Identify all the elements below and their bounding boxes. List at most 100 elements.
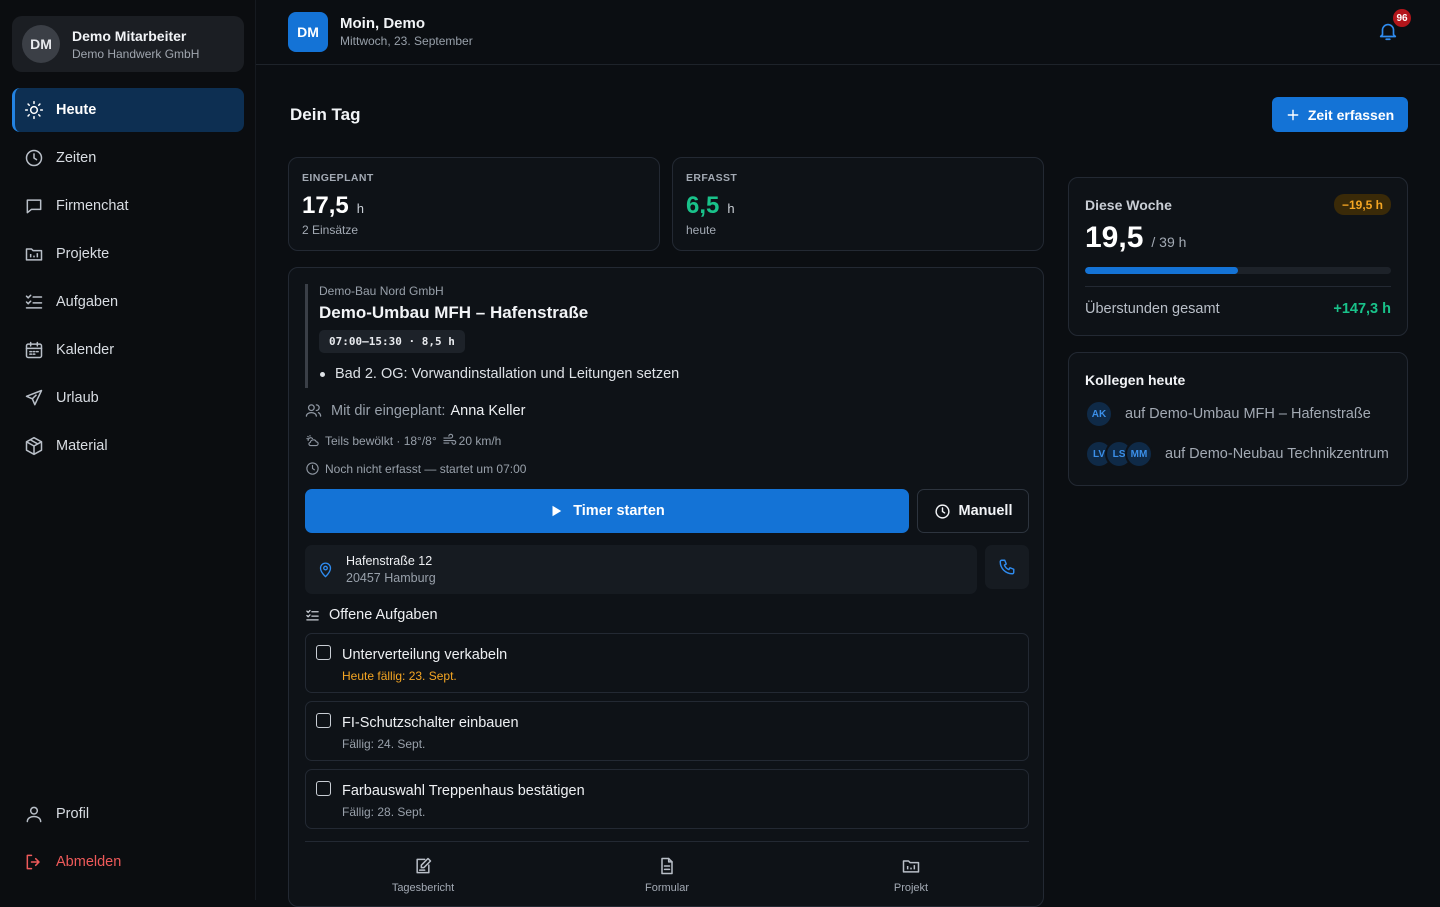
colleague-row[interactable]: LV LS MM auf Demo-Neubau Technikzentrum xyxy=(1085,440,1395,468)
topbar: DM Moin, Demo Mittwoch, 23. September 96 xyxy=(256,0,1440,65)
clock-icon xyxy=(934,503,950,519)
user-name: Demo Mitarbeiter xyxy=(72,27,187,44)
nav-label: Projekte xyxy=(56,246,110,262)
planned-unit: h xyxy=(356,201,364,216)
nav-item-firmenchat[interactable]: Firmenchat xyxy=(12,184,244,228)
job-header[interactable]: Demo-Bau Nord GmbH Demo-Umbau MFH – Hafe… xyxy=(305,284,1029,388)
users-icon xyxy=(305,404,322,417)
colleague-row[interactable]: AK auf Demo-Umbau MFH – Hafenstraße xyxy=(1085,400,1395,428)
nav-item-abmelden[interactable]: Abmelden xyxy=(12,840,244,884)
week-progress-fill xyxy=(1085,267,1238,274)
cloud-sun-icon xyxy=(306,434,319,447)
clock-icon xyxy=(25,149,43,167)
status-text: Noch nicht erfasst — startet um 07:00 xyxy=(325,461,527,476)
weather-row: Teils bewölkt · 18°/8° 20 km/h xyxy=(305,433,501,448)
task-item[interactable]: Unterverteilung verkabeln Heute fällig: … xyxy=(305,633,1029,693)
sidebar: DM Demo Mitarbeiter Demo Handwerk GmbH H… xyxy=(0,0,256,900)
current-date: Mittwoch, 23. September xyxy=(340,34,473,48)
call-button[interactable] xyxy=(985,545,1029,589)
week-hours: 19,5 xyxy=(1085,221,1144,254)
planned-stat-card: EINGEPLANT 17,5 h 2 Einsätze xyxy=(288,157,660,251)
overtime-label: Überstunden gesamt xyxy=(1085,301,1220,317)
job-card: Demo-Bau Nord GmbH Demo-Umbau MFH – Hafe… xyxy=(288,267,1044,907)
coworker-label: Mit dir eingeplant: xyxy=(331,402,446,419)
logged-value: 6,5 xyxy=(686,192,720,219)
coworker-name: Anna Keller xyxy=(450,402,526,419)
avatar: AK xyxy=(1085,400,1113,428)
task-checkbox[interactable] xyxy=(316,645,331,660)
week-summary-card: Diese Woche −19,5 h 19,5 / 39 h Überstund… xyxy=(1068,177,1408,336)
user-company: Demo Handwerk GmbH xyxy=(72,46,200,61)
address-city: 20457 Hamburg xyxy=(346,571,436,585)
nav-label: Zeiten xyxy=(56,150,97,166)
add-time-label: Zeit erfassen xyxy=(1307,106,1395,123)
plane-icon xyxy=(25,389,43,406)
project-button[interactable]: Projekt xyxy=(851,856,971,894)
task-name: Unterverteilung verkabeln xyxy=(342,647,508,663)
nav-item-kalender[interactable]: Kalender xyxy=(12,328,244,372)
week-delta-badge: −19,5 h xyxy=(1333,194,1391,215)
nav-item-material[interactable]: Material xyxy=(12,424,244,468)
wind-icon xyxy=(442,433,456,445)
nav-label: Material xyxy=(56,438,108,454)
logged-stat-card: ERFASST 6,5 h heute xyxy=(672,157,1044,251)
form-button[interactable]: Formular xyxy=(607,856,727,894)
user-avatar: DM xyxy=(22,25,60,63)
add-time-button[interactable]: Zeit erfassen xyxy=(1272,97,1408,132)
nav-item-projekte[interactable]: Projekte xyxy=(12,232,244,276)
plus-icon xyxy=(1287,109,1299,120)
address-box[interactable]: Hafenstraße 12 20457 Hamburg xyxy=(305,545,977,594)
colleague-assignment: auf Demo-Umbau MFH – Hafenstraße xyxy=(1125,406,1371,422)
planned-sub: 2 Einsätze xyxy=(302,223,359,237)
open-tasks-heading: Offene Aufgaben xyxy=(305,607,438,623)
logged-unit: h xyxy=(727,201,735,216)
folder-icon xyxy=(25,248,43,261)
sidebar-footer: Profil Abmelden xyxy=(12,792,244,888)
nav-item-urlaub[interactable]: Urlaub xyxy=(12,376,244,420)
task-item[interactable]: Farbauswahl Treppenhaus bestätigen Fälli… xyxy=(305,769,1029,829)
overtime-value: +147,3 h xyxy=(1333,301,1391,317)
nav-label: Kalender xyxy=(56,342,115,358)
user-icon xyxy=(26,806,42,823)
job-task-note: Bad 2. OG: Vorwandinstallation und Leitu… xyxy=(319,366,1029,382)
nav-item-profil[interactable]: Profil xyxy=(12,792,244,836)
edit-note-icon xyxy=(416,857,432,874)
week-progress-bar xyxy=(1085,267,1391,274)
header-avatar[interactable]: DM xyxy=(288,12,328,52)
daily-report-button[interactable]: Tagesbericht xyxy=(363,856,483,894)
planned-label: EINGEPLANT xyxy=(302,172,374,184)
task-item[interactable]: FI-Schutzschalter einbauen Fällig: 24. S… xyxy=(305,701,1029,761)
job-time-badge: 07:00–15:30 · 8,5 h xyxy=(319,330,465,353)
daily-report-label: Tagesbericht xyxy=(391,882,455,894)
task-checkbox[interactable] xyxy=(316,781,331,796)
user-card[interactable]: DM Demo Mitarbeiter Demo Handwerk GmbH xyxy=(12,16,244,72)
status-row: Noch nicht erfasst — startet um 07:00 xyxy=(305,461,526,476)
package-icon xyxy=(25,436,43,456)
nav-label: Heute xyxy=(56,102,97,118)
job-title: Demo-Umbau MFH – Hafenstraße xyxy=(319,303,589,322)
nav-item-heute[interactable]: Heute xyxy=(12,88,244,132)
coworker-row: Mit dir eingeplant: Anna Keller xyxy=(305,402,525,419)
address-street: Hafenstraße 12 xyxy=(346,554,433,568)
task-checkbox[interactable] xyxy=(316,713,331,728)
planned-value: 17,5 xyxy=(302,192,349,219)
manual-entry-label: Manuell xyxy=(958,503,1013,519)
phone-icon xyxy=(999,559,1015,575)
week-target: / 39 h xyxy=(1151,234,1187,250)
play-icon xyxy=(552,505,562,517)
clock-icon xyxy=(306,462,319,475)
map-pin-icon xyxy=(319,562,332,578)
nav-label: Aufgaben xyxy=(56,294,119,310)
nav-item-zeiten[interactable]: Zeiten xyxy=(12,136,244,180)
start-timer-button[interactable]: Timer starten xyxy=(305,489,909,533)
manual-entry-button[interactable]: Manuell xyxy=(917,489,1029,533)
avatar: MM xyxy=(1125,440,1153,468)
weather-text: Teils bewölkt · 18°/8° xyxy=(325,433,437,448)
page-title: Dein Tag xyxy=(290,105,361,124)
colleagues-title: Kollegen heute xyxy=(1085,372,1186,388)
task-due: Fällig: 24. Sept. xyxy=(342,737,426,751)
nav-label: Abmelden xyxy=(56,854,122,870)
nav-item-aufgaben[interactable]: Aufgaben xyxy=(12,280,244,324)
task-name: Farbauswahl Treppenhaus bestätigen xyxy=(342,783,585,799)
notification-badge: 96 xyxy=(1393,9,1411,27)
